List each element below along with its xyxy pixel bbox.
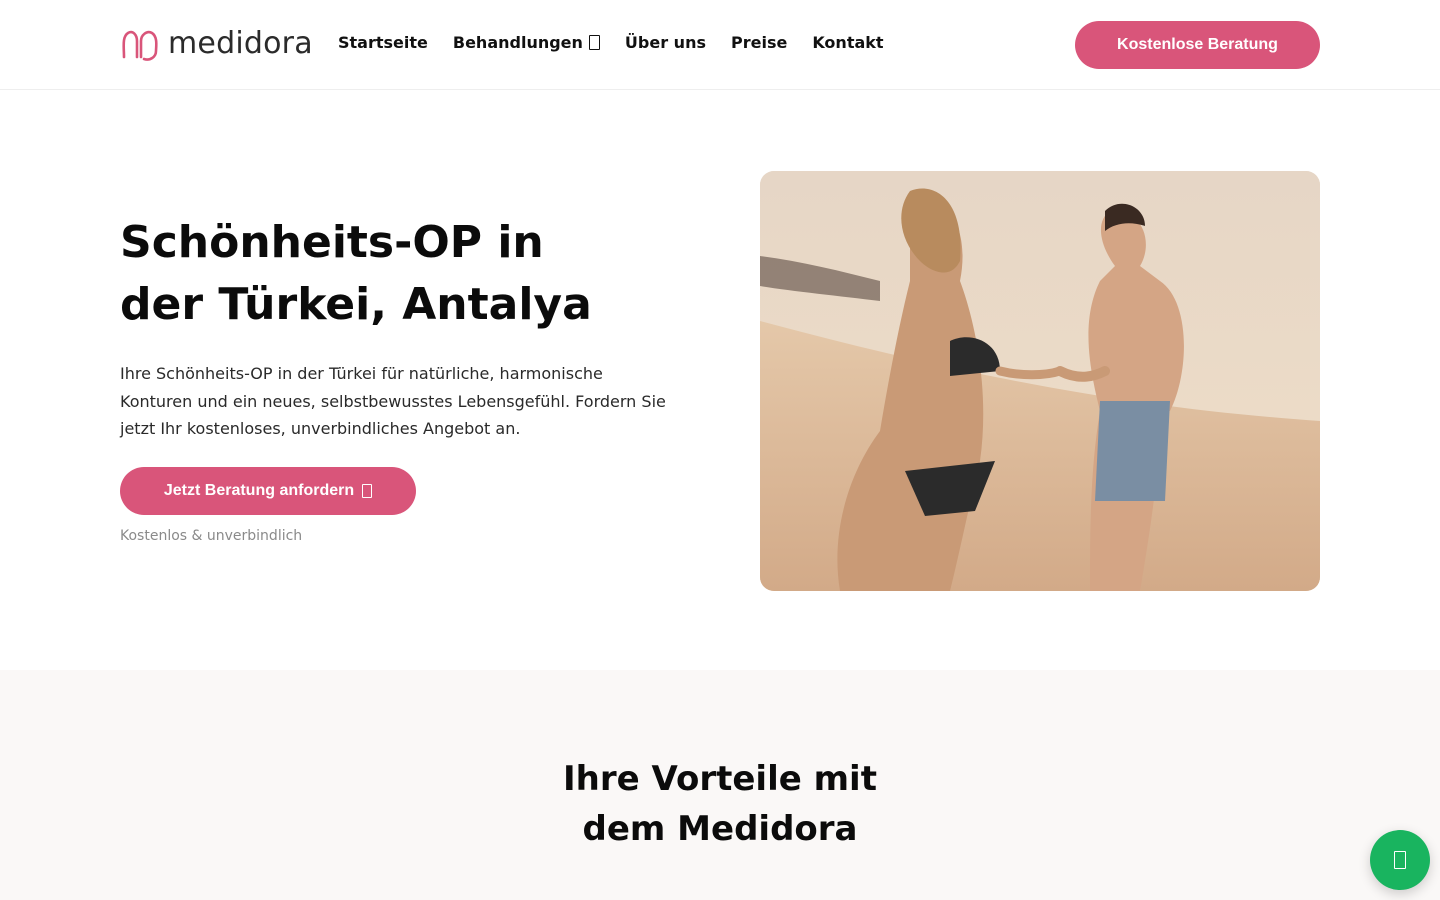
nav-label: Preise (730, 33, 788, 52)
benefits-title-line: Ihre Vorteile mit (563, 759, 877, 799)
nav-label: Kontakt (812, 33, 884, 52)
nav-label: Behandlungen (452, 33, 583, 52)
main-nav: Startseite Behandlungen Über uns Preise … (338, 33, 884, 52)
request-consultation-label: Jetzt Beratung anfordern (163, 482, 355, 499)
nav-item-startseite[interactable]: Startseite (338, 33, 428, 52)
heart-logo-icon (122, 30, 158, 61)
beach-couple-illustration (760, 171, 1320, 591)
hero-title-line: der Türkei, Antalya (120, 279, 592, 330)
hero-title: Schönheits-OP in der Türkei, Antalya (120, 212, 680, 336)
hero-image (760, 171, 1320, 591)
hero-note: Kostenlos & unverbindlich (120, 528, 303, 544)
nav-label: Über uns (624, 33, 706, 52)
nav-item-behandlungen[interactable]: Behandlungen (453, 33, 600, 52)
nav-label: Startseite (338, 33, 428, 52)
nav-item-kontakt[interactable]: Kontakt (812, 33, 883, 52)
benefits-title: Ihre Vorteile mit dem Medidora (0, 754, 1440, 854)
whatsapp-button[interactable] (1370, 830, 1430, 890)
site-header: medidora Startseite Behandlungen Über un… (0, 0, 1440, 90)
benefits-title-line: dem Medidora (582, 809, 858, 849)
hero-title-line: Schönheits-OP in (120, 217, 544, 268)
request-consultation-button[interactable]: Jetzt Beratung anfordern (120, 467, 416, 515)
nav-item-ueber-uns[interactable]: Über uns (625, 33, 706, 52)
brand-logo[interactable]: medidora (120, 26, 313, 64)
brand-name: medidora (168, 26, 313, 61)
chevron-down-icon (588, 35, 600, 50)
arrow-right-icon (362, 484, 373, 498)
hero-description: Ihre Schönheits-OP in der Türkei für nat… (120, 364, 666, 438)
benefits-section: Ihre Vorteile mit dem Medidora (0, 670, 1440, 900)
whatsapp-icon (1394, 851, 1406, 869)
free-consultation-button[interactable]: Kostenlose Beratung (1075, 21, 1320, 69)
nav-item-preise[interactable]: Preise (731, 33, 787, 52)
